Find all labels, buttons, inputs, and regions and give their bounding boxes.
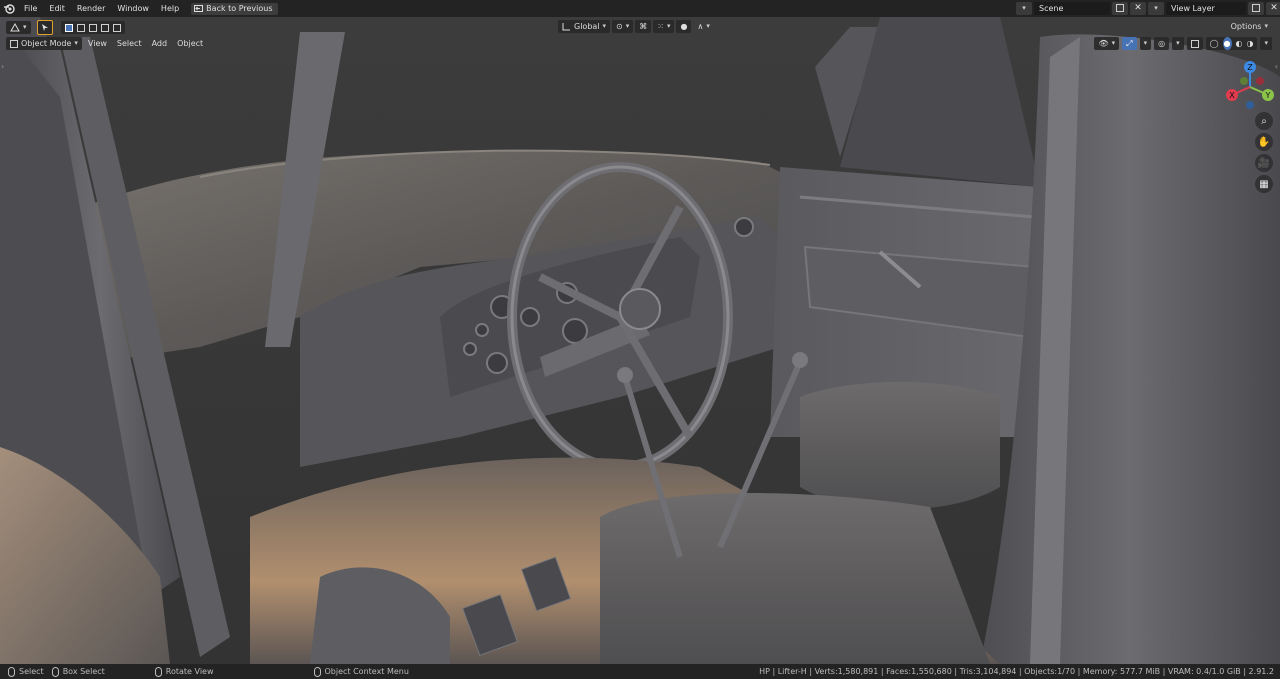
shading-dropdown[interactable]: ▾: [1260, 37, 1272, 50]
transform-controls: Global ▾ ⊙ ▾ ⌘ ⁙ ▾ ● ∧ ▾: [558, 20, 714, 33]
status-context-menu: Object Context Menu: [313, 666, 409, 677]
view-layer-name-field[interactable]: View Layer: [1166, 1, 1246, 15]
status-bar: Select Box Select Rotate View Object Con…: [0, 664, 1280, 679]
gizmo-y-label: Y: [1265, 91, 1271, 100]
back-to-previous-button[interactable]: Back to Previous: [191, 2, 278, 15]
drag-mouse-icon: [51, 666, 59, 677]
zoom-view-button[interactable]: ⌕: [1255, 112, 1273, 130]
select-tool-button[interactable]: [36, 20, 53, 35]
xray-toggle[interactable]: [1186, 37, 1203, 50]
menu-window[interactable]: Window: [111, 0, 155, 17]
menu-help[interactable]: Help: [155, 0, 185, 17]
scene-browse-icon[interactable]: ▾: [1016, 1, 1032, 15]
shading-controls: 👁 ▾ ⤢ ▾ ◎ ▾ ◯ ● ◐ ◑ ▾: [1094, 37, 1272, 50]
status-select-label: Select: [19, 667, 44, 676]
status-rotate-view-label: Rotate View: [165, 667, 214, 676]
cursor-icon: [41, 24, 48, 31]
overlays-toggle[interactable]: ◎: [1154, 37, 1170, 50]
add-menu[interactable]: Add: [148, 37, 172, 50]
middle-mouse-icon: [154, 666, 162, 677]
transform-orientation-value: Global: [574, 22, 600, 31]
scene-statistics: HP | Lifter-H | Verts:1,580,891 | Faces:…: [759, 667, 1274, 676]
delete-scene-icon[interactable]: ✕: [1130, 1, 1146, 15]
intersect-selection-icon[interactable]: [112, 23, 121, 32]
view-layer-selector: ▾ View Layer ✕: [1148, 1, 1280, 15]
wireframe-shading-icon[interactable]: ◯: [1210, 37, 1219, 50]
perspective-toggle-button[interactable]: ▦: [1255, 175, 1273, 193]
status-rotate-view: Rotate View: [154, 666, 214, 677]
navigation-gizmo[interactable]: Z Y X: [1222, 59, 1278, 115]
mode-label: Object Mode: [21, 39, 72, 48]
gizmo-toggle[interactable]: ⤢: [1122, 37, 1137, 50]
overlays-dropdown[interactable]: ▾: [1172, 37, 1184, 50]
left-mouse-icon: [8, 666, 15, 677]
mode-dropdown[interactable]: Object Mode ▾: [6, 37, 82, 50]
toolbar-expand-icon[interactable]: ›: [1, 62, 4, 71]
options-label: Options: [1230, 22, 1262, 31]
pivot-point-dropdown[interactable]: ⊙ ▾: [612, 20, 634, 33]
gizmo-z-label: Z: [1247, 63, 1253, 72]
status-select: Select: [8, 666, 44, 677]
menu-render[interactable]: Render: [71, 0, 111, 17]
invert-selection-icon[interactable]: [100, 23, 109, 32]
viewport-menus-row: Object Mode ▾ View Select Add Object: [6, 37, 207, 50]
camera-view-button[interactable]: 🎥: [1255, 154, 1273, 172]
options-dropdown[interactable]: Options ▾: [1227, 20, 1272, 33]
new-scene-icon[interactable]: [1112, 1, 1128, 15]
proportional-falloff-dropdown[interactable]: ∧ ▾: [693, 20, 713, 33]
menu-edit[interactable]: Edit: [43, 0, 71, 17]
truck-interior-render: [0, 17, 1280, 664]
back-to-previous-label: Back to Previous: [206, 3, 273, 13]
back-arrow-icon: [194, 5, 204, 12]
hand-icon: ✋: [1257, 136, 1271, 148]
gizmo-x-label: X: [1229, 91, 1235, 100]
transform-orientation-dropdown[interactable]: Global ▾: [558, 20, 611, 33]
view-layer-browse-icon[interactable]: ▾: [1148, 1, 1164, 15]
status-context-menu-label: Object Context Menu: [324, 667, 409, 676]
object-menu[interactable]: Object: [173, 37, 207, 50]
scene-selector: ▾ Scene ✕: [1016, 1, 1146, 15]
rendered-shading-icon[interactable]: ◑: [1247, 37, 1254, 50]
zoom-icon: ⌕: [1261, 115, 1267, 127]
set-selection-icon[interactable]: [64, 23, 73, 32]
pan-view-button[interactable]: ✋: [1255, 133, 1273, 151]
status-box-select: Box Select: [51, 666, 105, 677]
top-bar: File Edit Render Window Help Back to Pre…: [0, 0, 1280, 17]
new-view-layer-icon[interactable]: [1248, 1, 1264, 15]
proportional-editing-toggle[interactable]: ●: [676, 20, 692, 33]
transform-tool-icon: [10, 23, 20, 32]
grid-icon: ▦: [1259, 178, 1269, 190]
view-menu[interactable]: View: [84, 37, 111, 50]
delete-view-layer-icon[interactable]: ✕: [1266, 1, 1280, 15]
visibility-dropdown[interactable]: 👁 ▾: [1094, 37, 1120, 50]
main-menu: File Edit Render Window Help: [18, 0, 185, 17]
blender-logo-icon[interactable]: [0, 0, 18, 17]
camera-icon: 🎥: [1257, 157, 1271, 169]
select-menu[interactable]: Select: [113, 37, 146, 50]
material-shading-icon[interactable]: ◐: [1236, 37, 1243, 50]
extend-selection-icon[interactable]: [76, 23, 85, 32]
status-box-select-label: Box Select: [62, 667, 105, 676]
subtract-selection-icon[interactable]: [88, 23, 97, 32]
menu-file[interactable]: File: [18, 0, 43, 17]
tool-settings-dropdown[interactable]: ▾: [6, 21, 31, 34]
shading-mode-group: ◯ ● ◐ ◑: [1205, 37, 1258, 50]
snap-target-dropdown[interactable]: ⁙ ▾: [653, 20, 675, 33]
scene-name-field[interactable]: Scene: [1034, 1, 1110, 15]
snap-toggle[interactable]: ⌘: [635, 20, 652, 33]
right-mouse-icon: [313, 666, 321, 677]
3d-viewport[interactable]: ▾ Global ▾ ⊙ ▾ ⌘ ⁙ ▾ ● ∧ ▾ Options ▾ Obj…: [0, 17, 1280, 664]
solid-shading-icon[interactable]: ●: [1222, 37, 1232, 50]
selection-mode-group: [60, 21, 125, 34]
gizmo-dropdown[interactable]: ▾: [1139, 37, 1152, 50]
viewport-header: ▾ Global ▾ ⊙ ▾ ⌘ ⁙ ▾ ● ∧ ▾ Options ▾ Obj…: [0, 17, 1280, 52]
object-mode-icon: [10, 39, 18, 48]
orientation-icon: [562, 23, 570, 31]
tool-settings-row: ▾: [6, 20, 125, 35]
options-row: Options ▾: [1227, 20, 1272, 33]
